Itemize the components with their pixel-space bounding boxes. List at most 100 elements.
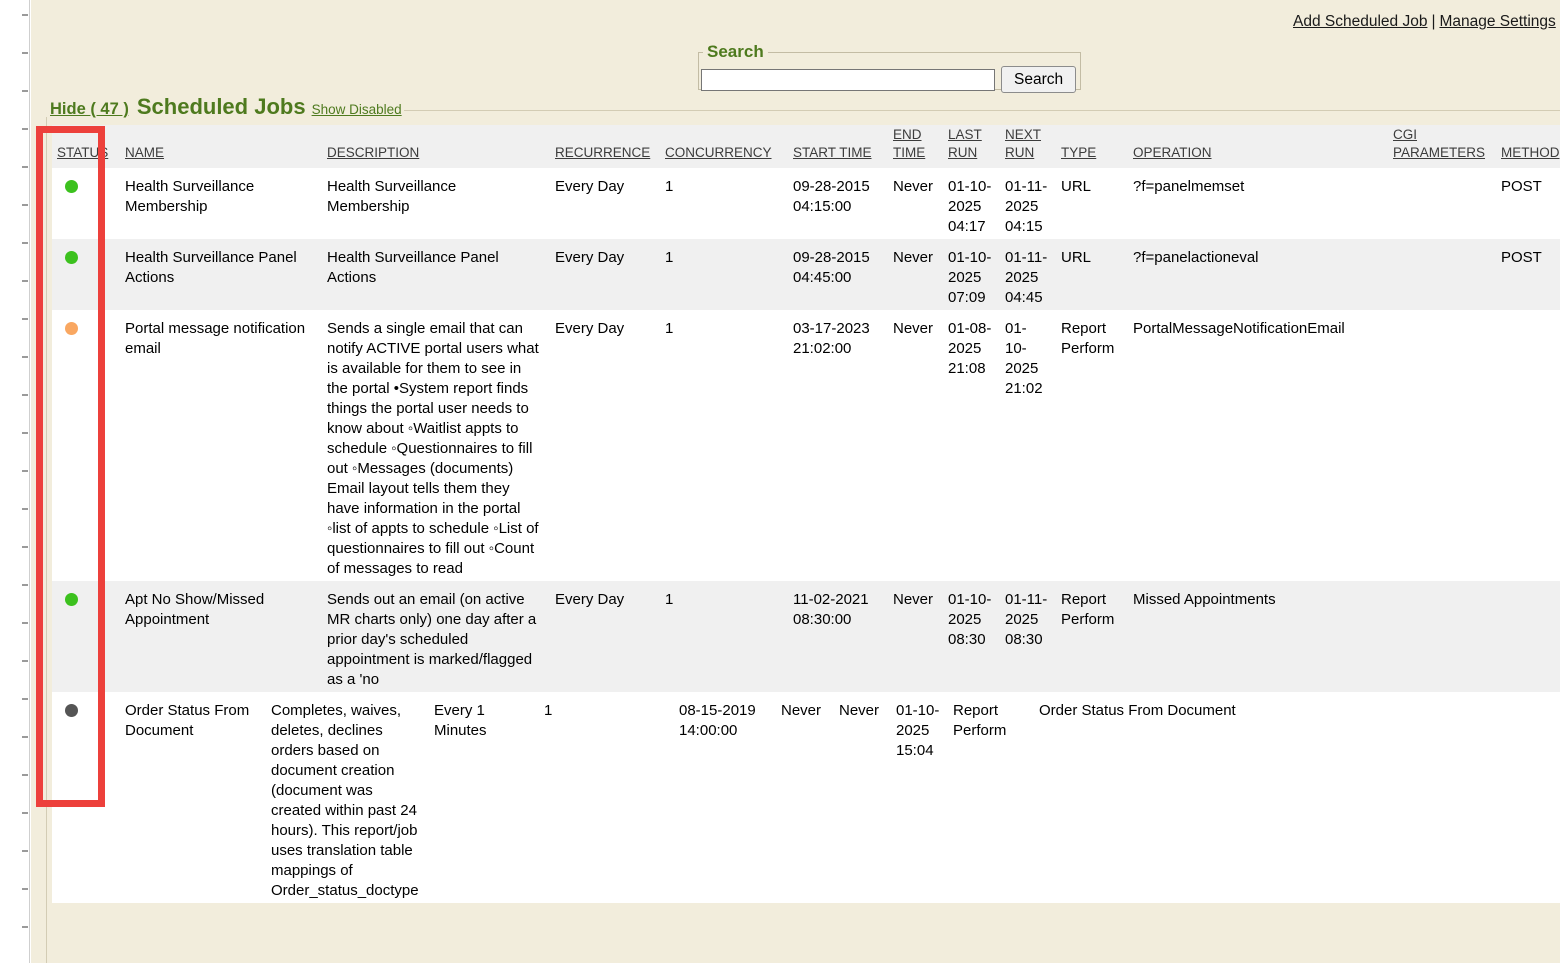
cell-operation: PortalMessageNotificationEmail (1128, 310, 1388, 581)
status-dot-orange (65, 322, 78, 335)
cell-next-run: 01-11-2025 04:45 (1000, 239, 1056, 310)
cell-next-run: 01-11-2025 08:30 (1000, 581, 1056, 692)
column-header-end-time[interactable]: END TIME (893, 127, 925, 160)
cell-description: Completes, waives, deletes, declines ord… (266, 692, 429, 903)
column-header-type[interactable]: TYPE (1061, 145, 1096, 160)
column-header-concurrency[interactable]: CONCURRENCY (665, 145, 772, 160)
cell-status (52, 692, 120, 903)
cell-method: POST (1496, 168, 1560, 239)
cell-description: Sends out an email (on active MR charts … (322, 581, 550, 692)
table-row: Portal message notification emailSends a… (52, 310, 1560, 581)
cell-end-time: Never (776, 692, 834, 903)
table-row: Apt No Show/Missed AppointmentSends out … (52, 581, 1560, 692)
cell-status (52, 581, 120, 692)
cell-name: Portal message notification email (120, 310, 322, 581)
column-header-start-time[interactable]: START TIME (793, 145, 872, 160)
jobs-panel-header: Hide ( 47 ) Scheduled Jobs Show Disabled (50, 94, 402, 120)
cell-concurrency: 1 (660, 168, 788, 239)
cell-method (1496, 581, 1560, 692)
fieldset-top-border (404, 110, 1560, 111)
top-nav: Add Scheduled Job|Manage Settings (1293, 13, 1556, 31)
collapsed-sidebar-gutter[interactable] (0, 0, 30, 963)
search-legend: Search (703, 42, 768, 62)
cell-operation: ?f=panelactioneval (1128, 239, 1388, 310)
cell-recurrence: Every Day (550, 168, 660, 239)
cell-status (52, 239, 120, 310)
cell-last-run: 01-10-2025 07:09 (943, 239, 1000, 310)
cell-end-time: Never (888, 310, 943, 581)
cell-last-run: 01-08-2025 21:08 (943, 310, 1000, 581)
fieldset-left-border (46, 117, 47, 963)
cell-cgi-parameters (1388, 692, 1496, 903)
cell-status (52, 310, 120, 581)
cell-cgi-parameters (1388, 310, 1496, 581)
cell-concurrency: 1 (660, 239, 788, 310)
cell-start-time: 11-02-2021 08:30:00 (788, 581, 888, 692)
cell-type: Report Perform (1056, 310, 1128, 581)
cell-type: URL (1056, 168, 1128, 239)
cell-concurrency: 1 (539, 692, 674, 903)
cell-next-run: 01-10-2025 15:04 (891, 692, 948, 903)
cell-cgi-parameters (1388, 168, 1496, 239)
table-row: Order Status From DocumentCompletes, wai… (52, 692, 1560, 903)
cell-start-time: 09-28-2015 04:45:00 (788, 239, 888, 310)
cell-start-time: 08-15-2019 14:00:00 (674, 692, 776, 903)
cell-operation: ?f=panelmemset (1128, 168, 1388, 239)
column-header-description[interactable]: DESCRIPTION (327, 145, 419, 160)
manage-settings-link[interactable]: Manage Settings (1439, 13, 1555, 30)
cell-operation: Missed Appointments (1128, 581, 1388, 692)
cell-name: Order Status From Document (120, 692, 266, 903)
cell-method (1496, 692, 1560, 903)
column-header-method[interactable]: METHOD (1501, 145, 1560, 160)
cell-start-time: 09-28-2015 04:15:00 (788, 168, 888, 239)
cell-description: Sends a single email that can notify ACT… (322, 310, 550, 581)
cell-name: Health Surveillance Membership (120, 168, 322, 239)
splitter-handle-ticks[interactable] (22, 14, 28, 963)
column-header-next-run[interactable]: NEXT RUN (1005, 127, 1041, 160)
column-header-status[interactable]: STATUS (57, 145, 108, 160)
cell-operation: Order Status From Document (1034, 692, 1388, 903)
cell-next-run: 01-11-2025 04:15 (1000, 168, 1056, 239)
cell-last-run: 01-10-2025 04:17 (943, 168, 1000, 239)
top-nav-separator: | (1431, 13, 1435, 30)
cell-method: POST (1496, 239, 1560, 310)
column-header-cgi-parameters[interactable]: CGI PARAMETERS (1393, 127, 1485, 160)
cell-name: Apt No Show/Missed Appointment (120, 581, 322, 692)
cell-cgi-parameters (1388, 581, 1496, 692)
cell-type: URL (1056, 239, 1128, 310)
scheduled-jobs-area: STATUS NAME DESCRIPTION RECURRENCE CONCU… (52, 125, 1560, 903)
status-dot-green (65, 251, 78, 264)
search-input[interactable] (701, 69, 995, 91)
cell-start-time: 03-17-2023 21:02:00 (788, 310, 888, 581)
cell-end-time: Never (888, 581, 943, 692)
status-dot-gray (65, 704, 78, 717)
cell-cgi-parameters (1388, 239, 1496, 310)
cell-recurrence: Every Day (550, 239, 660, 310)
cell-recurrence: Every Day (550, 310, 660, 581)
column-header-recurrence[interactable]: RECURRENCE (555, 145, 650, 160)
show-disabled-link[interactable]: Show Disabled (312, 102, 402, 117)
cell-end-time: Never (888, 168, 943, 239)
cell-status (52, 168, 120, 239)
add-scheduled-job-link[interactable]: Add Scheduled Job (1293, 13, 1427, 30)
search-button[interactable]: Search (1001, 66, 1076, 93)
page-title: Scheduled Jobs (137, 94, 306, 119)
cell-description: Health Surveillance Panel Actions (322, 239, 550, 310)
column-header-name[interactable]: NAME (125, 145, 164, 160)
scheduled-jobs-table: STATUS NAME DESCRIPTION RECURRENCE CONCU… (52, 125, 1560, 692)
search-panel: Search Search (698, 42, 1081, 90)
cell-type: Report Perform (948, 692, 1034, 903)
cell-concurrency: 1 (660, 310, 788, 581)
cell-description: Health Surveillance Membership (322, 168, 550, 239)
hide-count-link[interactable]: Hide ( 47 ) (50, 100, 129, 118)
column-header-operation[interactable]: OPERATION (1133, 145, 1212, 160)
cell-concurrency: 1 (660, 581, 788, 692)
cell-method (1496, 310, 1560, 581)
status-dot-green (65, 593, 78, 606)
cell-end-time: Never (888, 239, 943, 310)
column-header-last-run[interactable]: LAST RUN (948, 127, 982, 160)
cell-recurrence: Every 1 Minutes (429, 692, 539, 903)
table-row: Health Surveillance Panel ActionsHealth … (52, 239, 1560, 310)
cell-type: Report Perform (1056, 581, 1128, 692)
table-header-row: STATUS NAME DESCRIPTION RECURRENCE CONCU… (52, 125, 1560, 168)
